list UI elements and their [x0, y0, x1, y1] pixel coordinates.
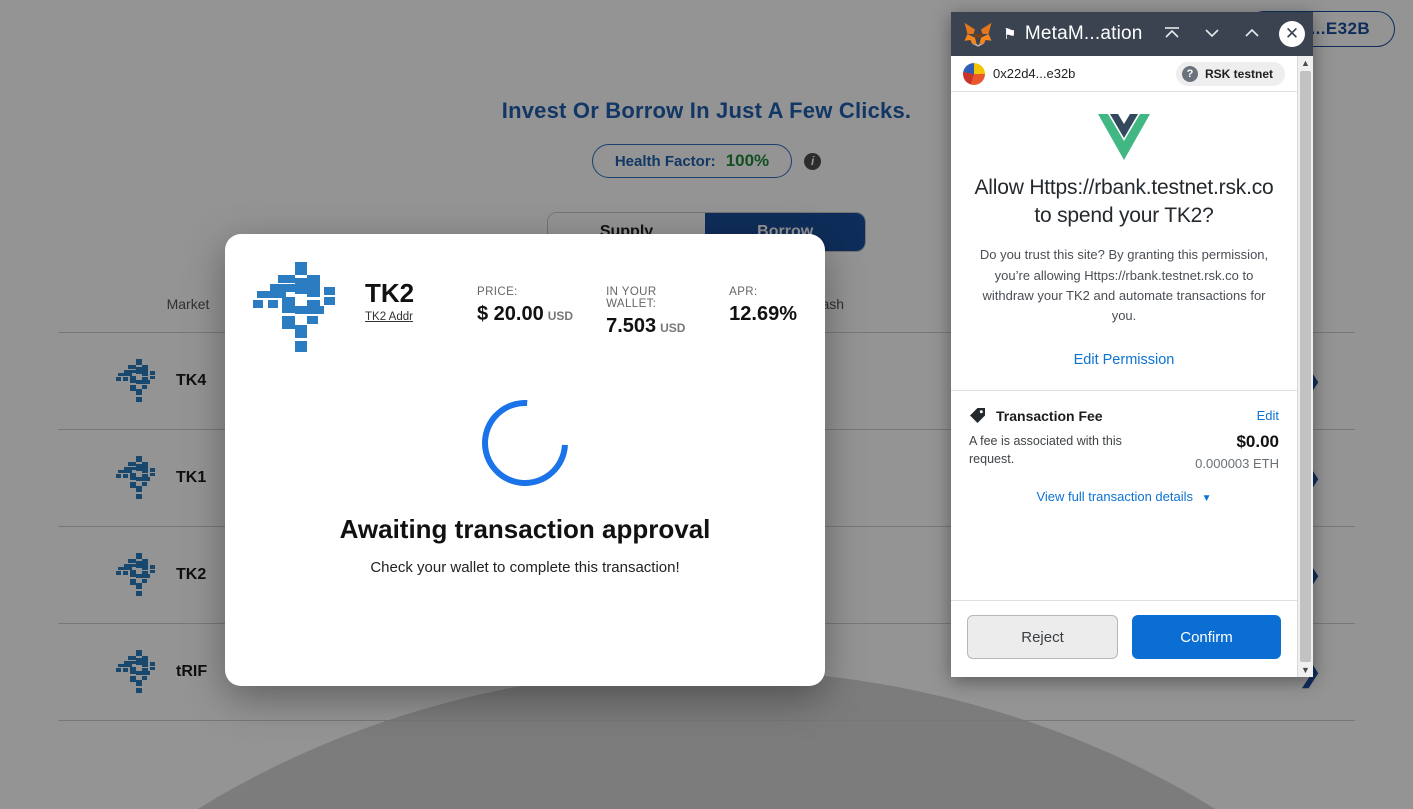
permission-title: Allow Https://rbank.testnet.rsk.co to sp… — [974, 176, 1274, 227]
window-titlebar[interactable]: ⚑ MetaM...ation ✕ — [951, 12, 1313, 56]
modal-header: TK2 TK2 Addr PRICE: $ 20.00 USD IN YOUR W… — [225, 234, 825, 354]
edit-permission-link[interactable]: Edit Permission — [951, 326, 1297, 390]
transaction-modal: TK2 TK2 Addr PRICE: $ 20.00 USD IN YOUR W… — [225, 234, 825, 686]
fee-eth: 0.000003 ETH — [1195, 456, 1279, 471]
metamask-notification-window: ⚑ MetaM...ation ✕ 0x22d4...e32b ? RSK te… — [951, 12, 1313, 677]
action-buttons: Reject Confirm — [951, 600, 1297, 677]
stat-wallet: IN YOUR WALLET: 7.503 USD — [606, 286, 705, 338]
scrollbar-thumb[interactable] — [1300, 71, 1311, 662]
scrollbar[interactable]: ▲ ▼ — [1297, 56, 1313, 677]
fee-edit-link[interactable]: Edit — [1257, 408, 1279, 423]
stat-wallet-number: 7.503 — [606, 315, 657, 337]
pin-icon[interactable]: ⚑ — [1003, 25, 1016, 43]
loading-spinner-icon — [464, 382, 586, 504]
loading-spinner-wrap — [225, 382, 825, 504]
view-full-details-label: View full transaction details — [1036, 489, 1194, 504]
stat-apr-value: 12.69% — [729, 303, 797, 325]
permission-description: Do you trust this site? By granting this… — [979, 247, 1269, 323]
token-address-link[interactable]: TK2 Addr — [365, 311, 413, 323]
permission-scroll-area: Allow Https://rbank.testnet.rsk.co to sp… — [951, 92, 1297, 600]
confirm-button[interactable]: Confirm — [1132, 615, 1281, 659]
collapse-top-icon[interactable] — [1157, 26, 1187, 43]
stat-wallet-unit: USD — [660, 321, 686, 335]
stat-wallet-label: IN YOUR WALLET: — [606, 286, 657, 310]
chevron-up-icon[interactable] — [1237, 26, 1267, 43]
tag-icon — [969, 407, 986, 424]
stat-price-value: $ 20.00 USD — [477, 303, 576, 326]
fee-amounts: $0.00 0.000003 ETH — [1144, 432, 1279, 471]
account-address[interactable]: 0x22d4...e32b — [993, 66, 1176, 81]
transaction-fee-section: Transaction Fee Edit A fee is associated… — [951, 390, 1297, 528]
avatar — [963, 62, 985, 85]
fee-body: A fee is associated with this request. $… — [969, 432, 1279, 471]
scroll-down-icon[interactable]: ▼ — [1301, 663, 1310, 677]
scroll-up-icon[interactable]: ▲ — [1301, 56, 1310, 70]
vue-logo-icon — [1098, 114, 1150, 160]
window-title: MetaM...ation — [1024, 23, 1143, 44]
token-symbol: TK2 — [365, 278, 415, 308]
reject-button[interactable]: Reject — [967, 615, 1118, 659]
network-badge[interactable]: ? RSK testnet — [1175, 61, 1285, 86]
stat-wallet-value: 7.503 USD — [606, 315, 705, 338]
stat-apr: APR: 12.69% — [729, 286, 797, 326]
network-name: RSK testnet — [1204, 66, 1273, 81]
token-logo-icon — [253, 262, 345, 354]
close-icon[interactable]: ✕ — [1279, 21, 1305, 47]
modal-status-title: Awaiting transaction approval — [339, 514, 711, 544]
help-icon: ? — [1181, 65, 1198, 82]
metamask-body: 0x22d4...e32b ? RSK testnet Allow Https:… — [951, 56, 1297, 677]
stat-price-unit: USD — [547, 309, 574, 323]
stat-price: PRICE: $ 20.00 USD — [477, 286, 576, 326]
stat-apr-label: APR: — [729, 286, 758, 298]
fee-usd: $0.00 — [1236, 432, 1279, 451]
view-full-details-link[interactable]: View full transaction details ▼ — [969, 471, 1279, 518]
stat-price-label: PRICE: — [477, 286, 518, 298]
stat-price-number: $ 20.00 — [477, 303, 544, 325]
modal-status-subtitle: Check your wallet to complete this trans… — [370, 559, 680, 576]
fee-title: Transaction Fee — [996, 407, 1103, 424]
fox-logo-icon — [963, 21, 993, 47]
chevron-down-icon[interactable] — [1197, 26, 1227, 43]
token-identity: TK2 TK2 Addr — [365, 278, 449, 325]
fee-note: A fee is associated with this request. — [969, 434, 1122, 467]
fee-header: Transaction Fee Edit — [969, 407, 1279, 424]
chevron-down-icon: ▼ — [1201, 493, 1212, 504]
account-bar: 0x22d4...e32b ? RSK testnet — [951, 56, 1297, 92]
